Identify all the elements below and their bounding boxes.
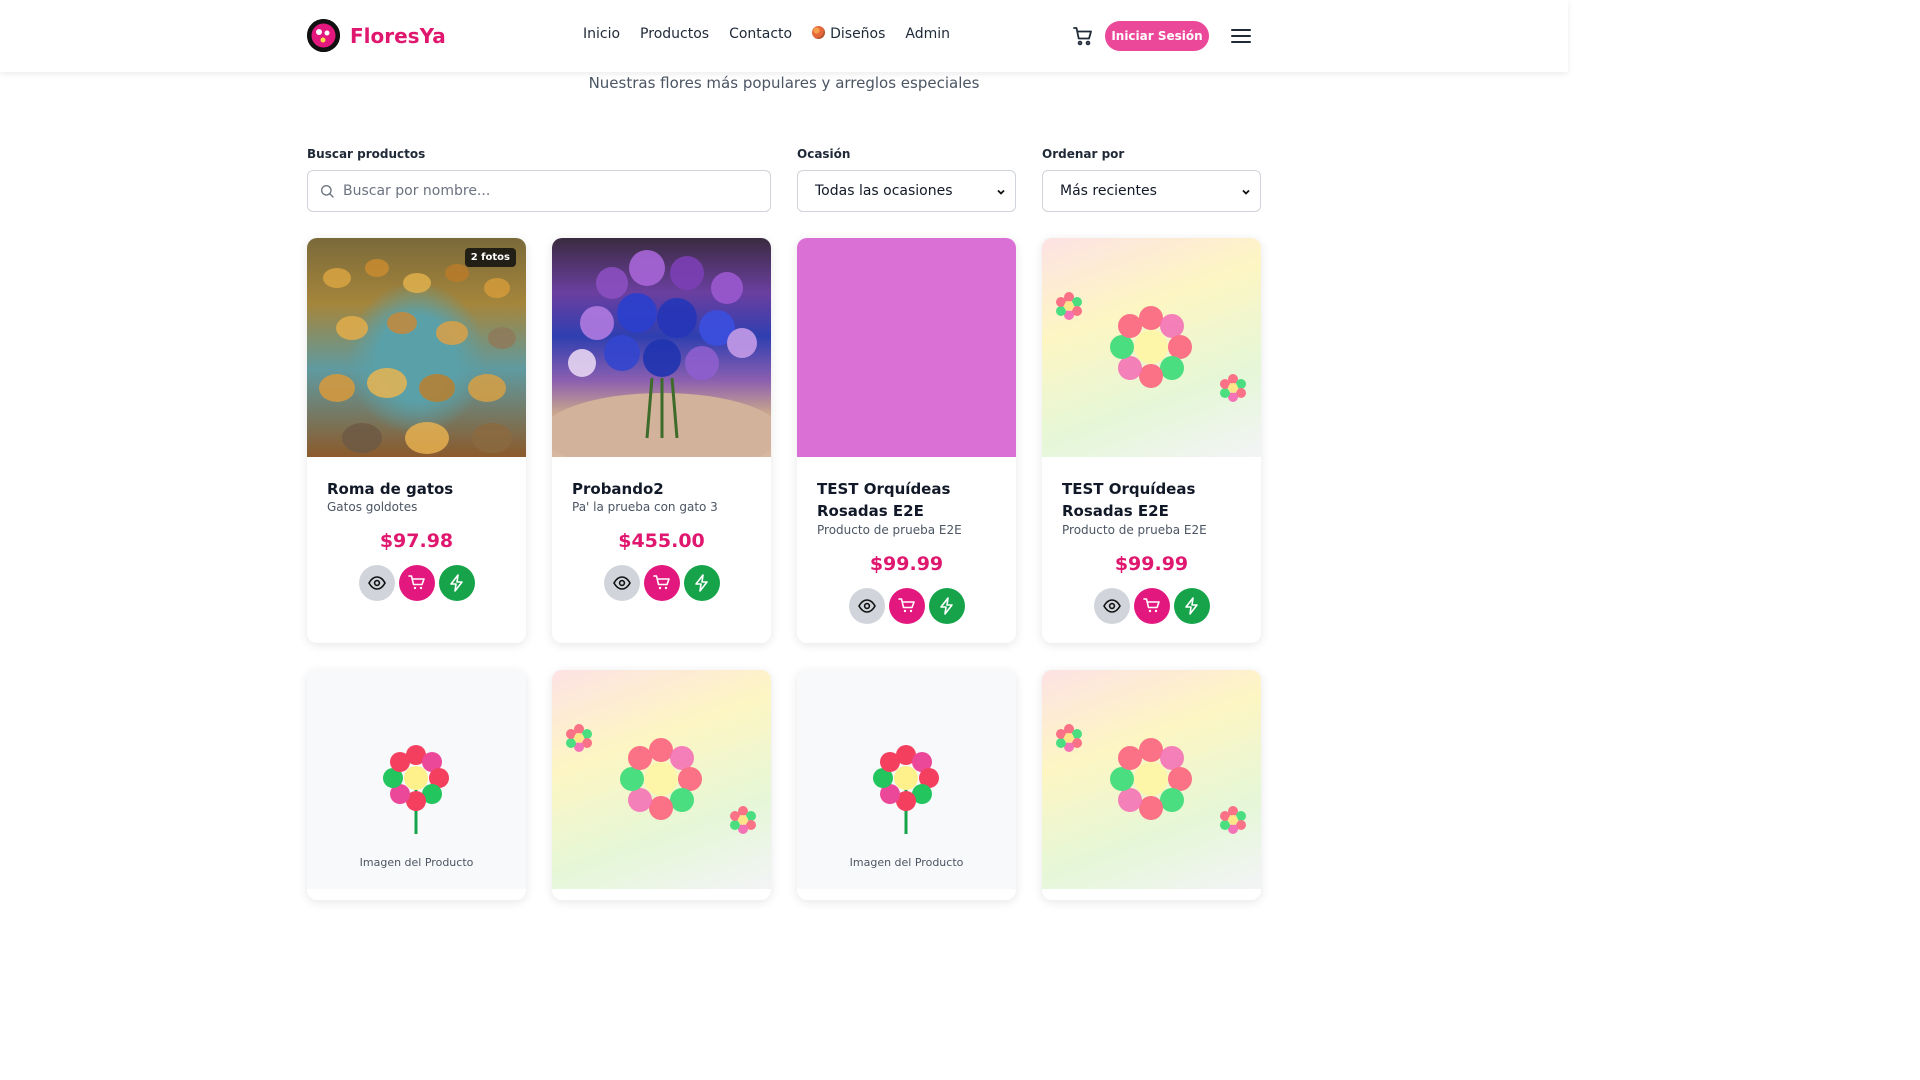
product-card[interactable]: 2 fotos Roma de gatos Gatos goldotes $97… [307, 238, 526, 643]
nav-inicio[interactable]: Inicio [583, 26, 620, 42]
eye-icon [858, 599, 876, 613]
buy-now-button[interactable] [439, 565, 475, 601]
brand-name: FloresYa [350, 23, 446, 48]
product-card[interactable] [552, 670, 771, 900]
lightning-icon [1185, 597, 1198, 615]
view-button[interactable] [849, 588, 885, 624]
nav-productos[interactable]: Productos [640, 26, 709, 42]
sort-select[interactable]: Más recientes [1042, 170, 1261, 212]
login-button[interactable]: Iniciar Sesión [1105, 21, 1209, 51]
image-placeholder-text: Imagen del Producto [359, 856, 474, 869]
photo-count-badge: 2 fotos [464, 248, 516, 267]
add-to-cart-button[interactable] [644, 565, 680, 601]
view-button[interactable] [604, 565, 640, 601]
add-to-cart-button[interactable] [889, 588, 925, 624]
product-price: $455.00 [618, 530, 705, 552]
add-to-cart-button[interactable] [399, 565, 435, 601]
product-card[interactable] [1042, 670, 1261, 900]
add-cart-icon [898, 598, 915, 614]
view-button[interactable] [1094, 588, 1130, 624]
buy-now-button[interactable] [684, 565, 720, 601]
product-title: Roma de gatos [327, 480, 454, 498]
product-description: Pa' la prueba con gato 3 [572, 500, 718, 514]
add-to-cart-button[interactable] [1134, 588, 1170, 624]
eye-icon [613, 576, 631, 590]
add-cart-icon [408, 575, 425, 591]
product-description: Gatos goldotes [327, 500, 418, 514]
sort-value: Más recientes [1060, 183, 1157, 199]
product-image[interactable]: Imagen del Producto [307, 670, 526, 889]
eye-icon [1103, 599, 1121, 613]
chevron-down-icon [997, 189, 1005, 195]
product-title: TEST Orquídeas Rosadas E2E [817, 480, 951, 520]
logo-icon [307, 19, 340, 52]
nav-admin[interactable]: Admin [905, 26, 950, 42]
site-header: FloresYa Inicio Productos Contacto Diseñ… [0, 0, 1568, 72]
lightning-icon [940, 597, 953, 615]
add-cart-icon [1143, 598, 1160, 614]
search-input[interactable] [343, 183, 743, 199]
view-button[interactable] [359, 565, 395, 601]
product-image[interactable]: Imagen del Producto [797, 670, 1016, 889]
product-price: $99.99 [869, 553, 944, 575]
cart-icon[interactable] [1071, 24, 1095, 48]
palette-icon [812, 26, 826, 39]
search-icon [321, 185, 334, 198]
sort-label: Ordenar por [1042, 147, 1125, 161]
product-image[interactable] [797, 238, 1016, 457]
product-card[interactable]: Imagen del Producto [797, 670, 1016, 900]
product-price: $99.99 [1114, 553, 1189, 575]
image-placeholder-text: Imagen del Producto [849, 856, 964, 869]
product-image[interactable]: 2 fotos [307, 238, 526, 457]
nav-disenos-label: Diseños [830, 26, 886, 42]
product-image[interactable] [1042, 238, 1261, 457]
search-field[interactable] [307, 170, 771, 212]
occasion-select[interactable]: Todas las ocasiones [797, 170, 1016, 212]
nav-disenos[interactable]: Diseños [812, 26, 885, 42]
product-card[interactable]: Probando2 Pa' la prueba con gato 3 $455.… [552, 238, 771, 643]
buy-now-button[interactable] [1174, 588, 1210, 624]
product-card[interactable]: TEST Orquídeas Rosadas E2E Producto de p… [797, 238, 1016, 643]
buy-now-button[interactable] [929, 588, 965, 624]
logo[interactable]: FloresYa [307, 19, 446, 52]
lightning-icon [695, 574, 708, 592]
chevron-down-icon [1242, 189, 1250, 195]
nav-contacto[interactable]: Contacto [729, 26, 792, 42]
occasion-value: Todas las ocasiones [815, 183, 953, 199]
product-price: $97.98 [379, 530, 454, 552]
product-description: Producto de prueba E2E [817, 523, 962, 537]
product-title: TEST Orquídeas Rosadas E2E [1062, 480, 1196, 520]
product-card[interactable]: Imagen del Producto [307, 670, 526, 900]
product-title: Probando2 [572, 480, 664, 498]
product-description: Producto de prueba E2E [1062, 523, 1207, 537]
search-label: Buscar productos [307, 147, 426, 161]
product-image[interactable] [552, 238, 771, 457]
main-nav: Inicio Productos Contacto Diseños Admin [583, 26, 950, 42]
lightning-icon [450, 574, 463, 592]
product-image[interactable] [552, 670, 771, 889]
product-image[interactable] [1042, 670, 1261, 889]
eye-icon [368, 576, 386, 590]
menu-icon[interactable] [1229, 24, 1253, 48]
add-cart-icon [653, 575, 670, 591]
occasion-label: Ocasión [797, 147, 851, 161]
product-card[interactable]: TEST Orquídeas Rosadas E2E Producto de p… [1042, 238, 1261, 643]
